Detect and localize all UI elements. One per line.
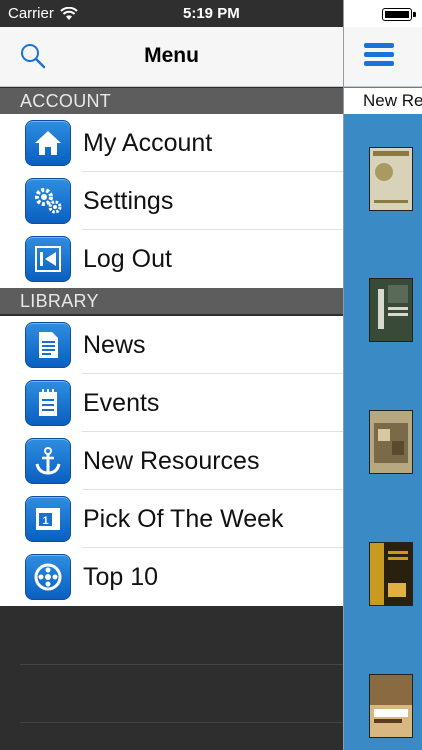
menu-item-pick-of-the-week[interactable]: 1 Pick Of The Week (0, 490, 343, 548)
book-cover-image (370, 411, 412, 473)
book-cover-image (370, 543, 412, 605)
menu-item-label: Events (83, 388, 160, 417)
book-cover-image (370, 148, 412, 210)
menu-item-my-account[interactable]: My Account (0, 114, 343, 172)
menu-item-label: Log Out (83, 244, 172, 273)
divider (20, 722, 343, 723)
menu-item-label: News (83, 330, 146, 359)
menu-item-events[interactable]: Events (0, 374, 343, 432)
logout-icon (25, 236, 71, 282)
book-cover[interactable] (369, 278, 413, 342)
menu-item-settings[interactable]: Settings (0, 172, 343, 230)
status-bar: Carrier 5:19 PM (0, 0, 343, 27)
menu-item-news[interactable]: News (0, 316, 343, 374)
section-header-account: ACCOUNT (0, 88, 343, 114)
anchor-icon (25, 438, 71, 484)
gears-icon (25, 178, 71, 224)
section-header-library: LIBRARY (0, 288, 343, 314)
book-cover[interactable] (369, 147, 413, 211)
menu-item-new-resources[interactable]: New Resources (0, 432, 343, 490)
battery-icon (382, 8, 416, 21)
calendar-icon (25, 380, 71, 426)
book-cover-image (370, 675, 412, 737)
book-cover-image (370, 279, 412, 341)
content-nav-bar (344, 27, 422, 87)
menu-item-label: My Account (83, 128, 213, 157)
menu-item-log-out[interactable]: Log Out (0, 230, 343, 288)
menu-item-label: New Resources (83, 446, 260, 475)
menu-item-label: Settings (83, 186, 174, 215)
document-icon (25, 322, 71, 368)
library-list: News Events New Resources 1 Pick Of The … (0, 316, 343, 606)
book-cover[interactable] (369, 410, 413, 474)
carrier-label: Carrier (8, 5, 54, 22)
content-subheader: New Re (344, 88, 422, 114)
wifi-icon (60, 6, 78, 20)
menu-empty-area (0, 606, 343, 750)
film-reel-icon (25, 554, 71, 600)
clock: 5:19 PM (183, 5, 240, 22)
content-panel[interactable]: New Re (343, 0, 422, 750)
menu-item-label: Pick Of The Week (83, 504, 284, 533)
status-bar-right (344, 0, 422, 27)
svg-text:1: 1 (42, 515, 48, 527)
menu-header: Menu (0, 27, 343, 87)
pick-calendar-icon: 1 (25, 496, 71, 542)
menu-item-label: Top 10 (83, 562, 159, 591)
menu-item-top-10[interactable]: Top 10 (0, 548, 343, 606)
account-list: My Account Settings Log Out (0, 114, 343, 288)
book-cover[interactable] (369, 542, 413, 606)
menu-title: Menu (144, 44, 199, 67)
divider (20, 664, 343, 665)
book-cover[interactable] (369, 674, 413, 738)
hamburger-menu-icon[interactable] (364, 43, 394, 67)
house-icon (25, 120, 71, 166)
